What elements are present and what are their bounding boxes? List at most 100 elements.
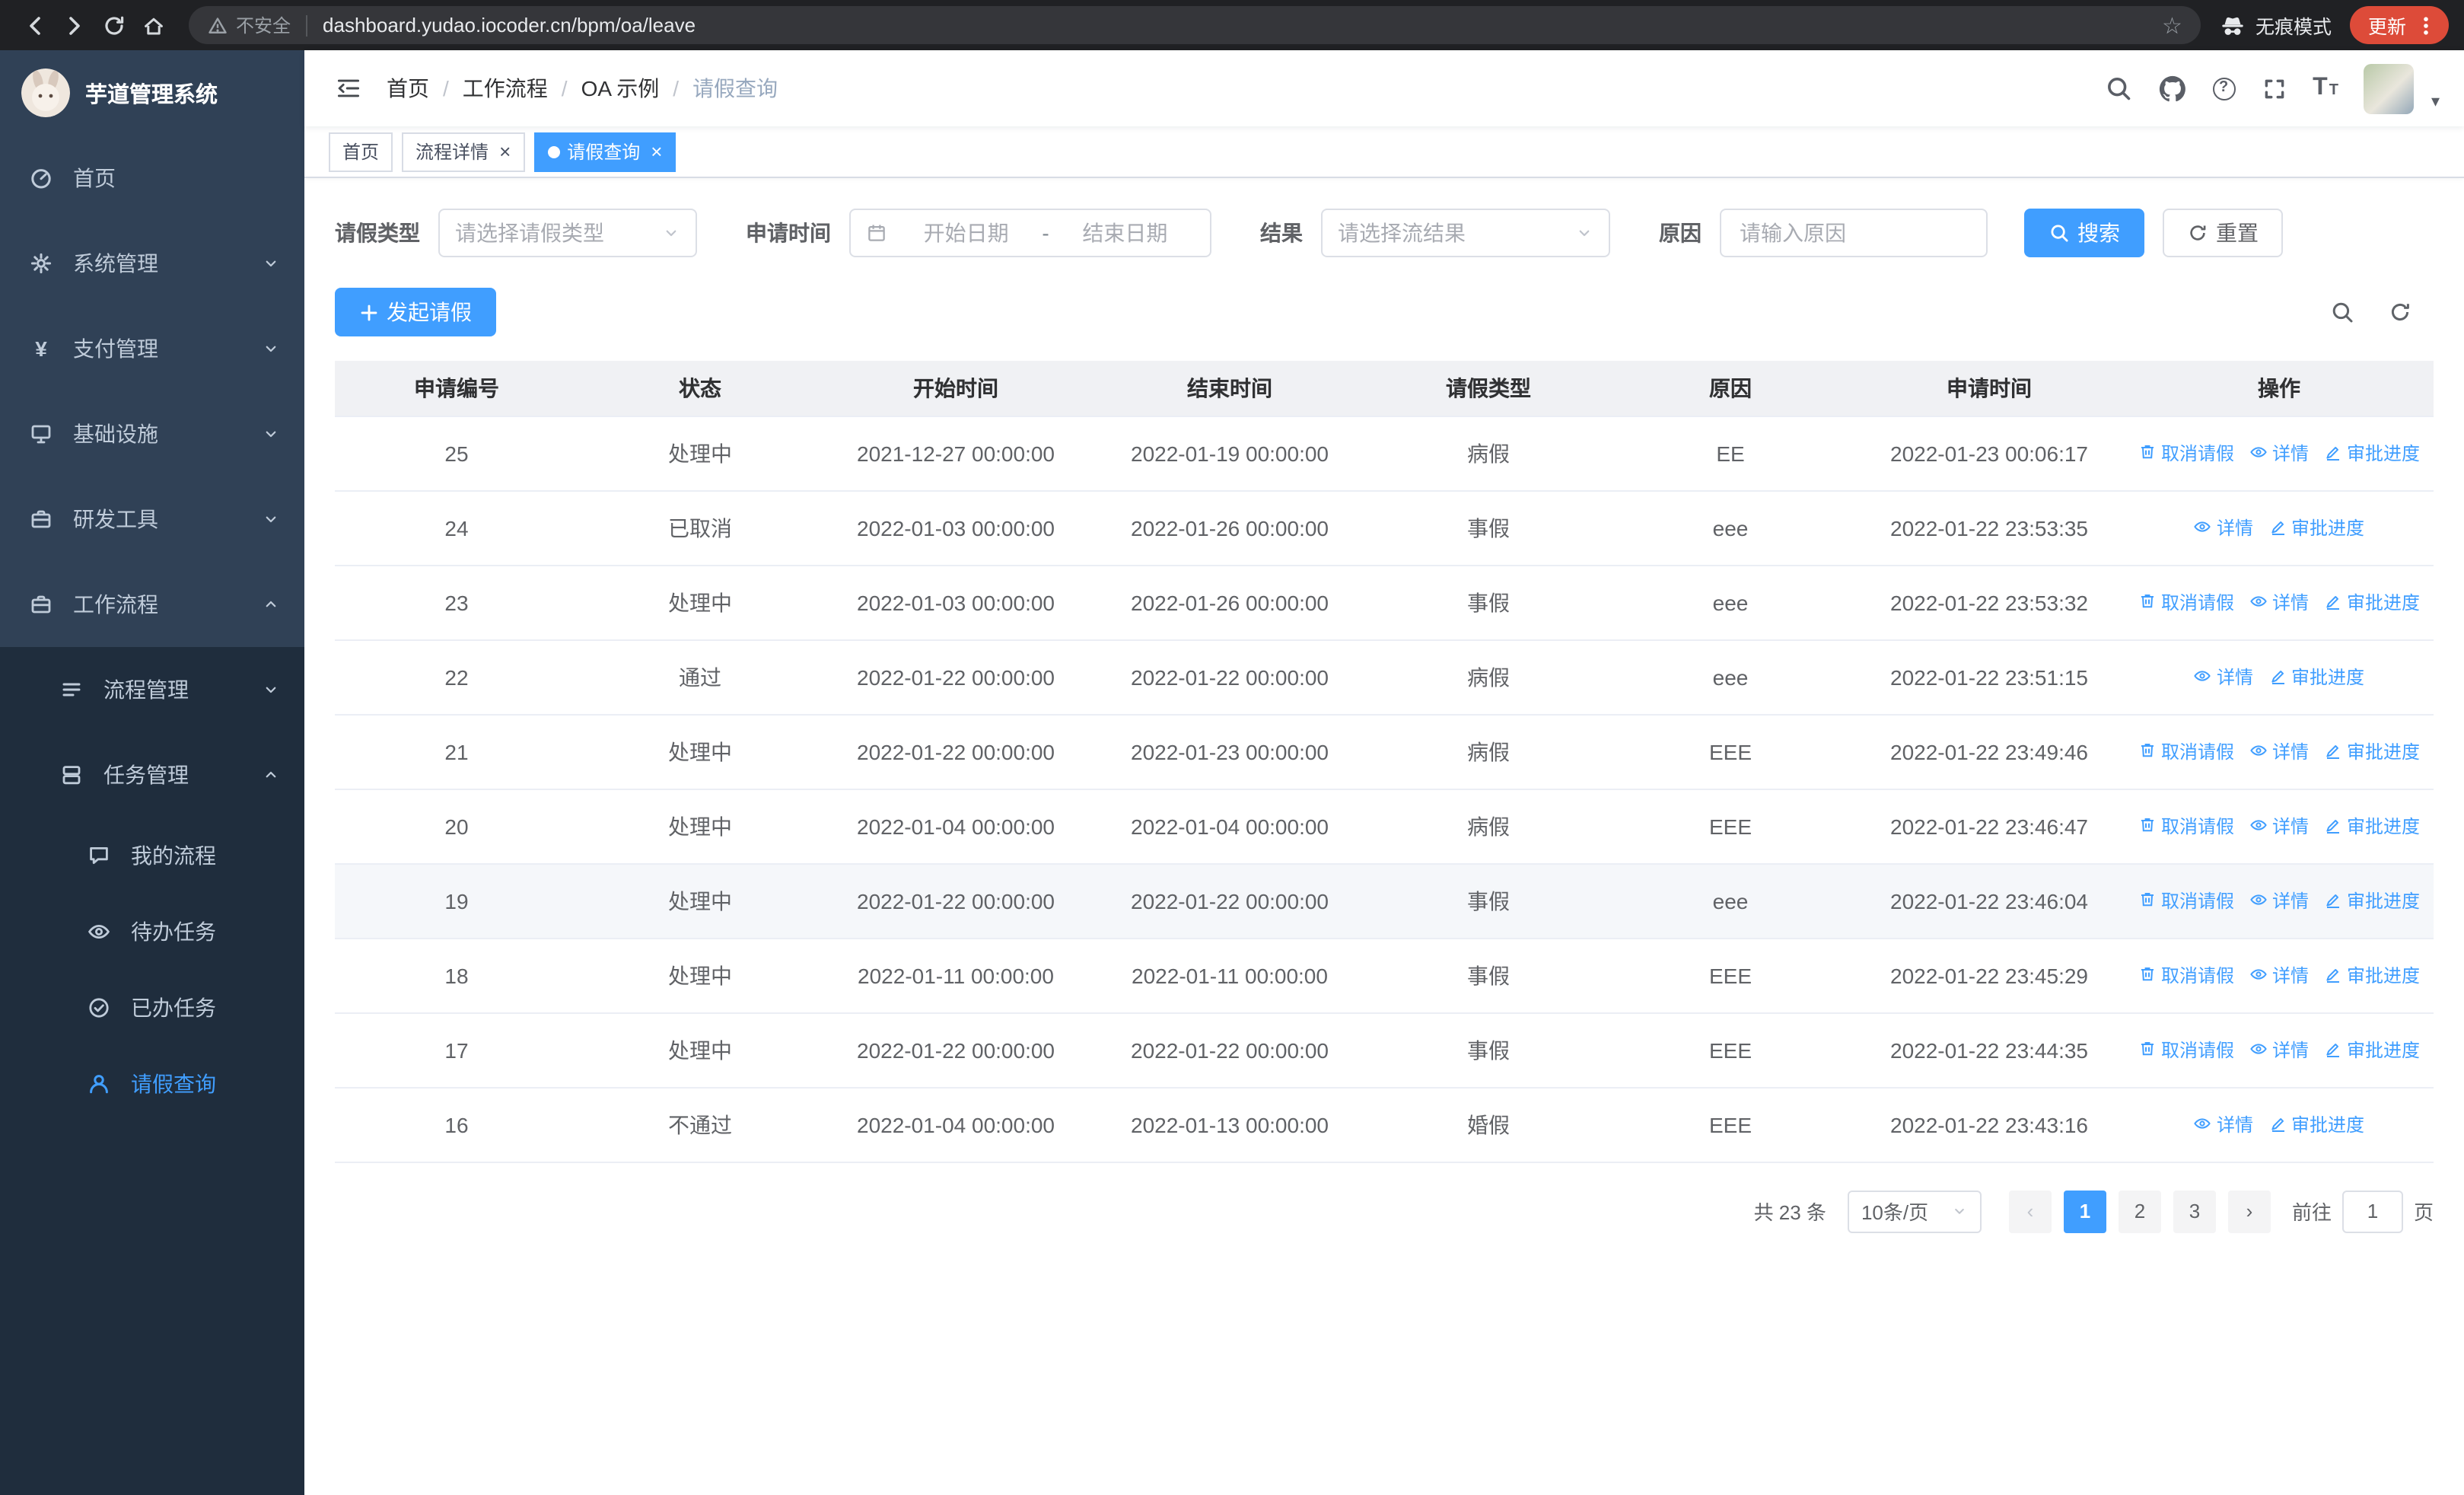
reset-button[interactable]: 重置 (2163, 209, 2283, 257)
github-icon[interactable] (2157, 74, 2186, 103)
tab-leave-query[interactable]: 请假查询 × (533, 132, 676, 171)
cell-id: 23 (335, 565, 578, 640)
bookmark-star-icon[interactable]: ☆ (2150, 11, 2182, 39)
detail-link[interactable]: 详情 (2249, 440, 2309, 466)
cell-apply-time: 2022-01-22 23:45:29 (1854, 938, 2125, 1013)
page-button-2[interactable]: 2 (2118, 1190, 2161, 1232)
search-icon[interactable] (2104, 75, 2131, 102)
close-icon[interactable]: × (651, 142, 662, 161)
sidebar-item-leave-query[interactable]: 请假查询 (0, 1046, 304, 1122)
leave-type-select[interactable]: 请选择请假类型 (438, 209, 697, 257)
table-refresh-icon[interactable] (2388, 300, 2412, 324)
user-avatar[interactable] (2364, 63, 2415, 113)
address-bar[interactable]: 不安全 dashboard.yudao.iocoder.cn/bpm/oa/le… (189, 6, 2201, 44)
approval-progress-link[interactable]: 审批进度 (2268, 1111, 2364, 1137)
tags-bar: 首页 流程详情 × 请假查询 × (304, 126, 2464, 178)
tab-home[interactable]: 首页 (329, 132, 393, 171)
sidebar-item-workflow[interactable]: 工作流程 (0, 562, 304, 647)
not-secure-warning-icon (207, 14, 228, 36)
approval-progress-link[interactable]: 审批进度 (2324, 888, 2420, 913)
sidebar-toggle-icon[interactable] (329, 69, 368, 108)
caret-down-icon[interactable]: ▾ (2431, 91, 2440, 113)
cell-type: 事假 (1370, 863, 1607, 939)
cancel-leave-link[interactable]: 取消请假 (2138, 813, 2234, 839)
cell-status: 通过 (578, 639, 822, 715)
browser-chrome: 不安全 dashboard.yudao.iocoder.cn/bpm/oa/le… (0, 0, 2464, 50)
cell-apply-time: 2022-01-22 23:51:15 (1854, 639, 2125, 715)
fullscreen-icon[interactable] (2261, 75, 2287, 101)
goto-page-input[interactable] (2341, 1190, 2403, 1232)
approval-progress-link[interactable]: 审批进度 (2324, 738, 2420, 764)
browser-home-button[interactable] (134, 5, 173, 45)
cell-end: 2022-01-26 00:00:00 (1090, 565, 1370, 640)
incognito-label: 无痕模式 (2255, 17, 2332, 38)
detail-link[interactable]: 详情 (2249, 1037, 2309, 1063)
detail-link[interactable]: 详情 (2249, 813, 2309, 839)
detail-link[interactable]: 详情 (2249, 962, 2309, 988)
cancel-leave-link[interactable]: 取消请假 (2138, 738, 2234, 764)
detail-link[interactable]: 详情 (2249, 589, 2309, 615)
detail-link[interactable]: 详情 (2249, 738, 2309, 764)
tab-process-detail[interactable]: 流程详情 × (402, 132, 525, 171)
sidebar-item-payment[interactable]: ¥ 支付管理 (0, 306, 304, 391)
logo-avatar (21, 69, 70, 117)
table-search-toggle-icon[interactable] (2330, 300, 2354, 324)
result-select[interactable]: 请选择流结果 (1321, 209, 1610, 257)
sidebar-item-infrastructure[interactable]: 基础设施 (0, 391, 304, 477)
breadcrumb-item-workflow[interactable]: 工作流程 (463, 73, 548, 104)
approval-progress-link[interactable]: 审批进度 (2268, 664, 2364, 690)
browser-menu-icon[interactable] (2412, 13, 2440, 37)
approval-progress-link[interactable]: 审批进度 (2324, 440, 2420, 466)
app-logo[interactable]: 芋道管理系统 (0, 50, 304, 135)
cell-status: 处理中 (578, 789, 822, 864)
approval-progress-link[interactable]: 审批进度 (2324, 813, 2420, 839)
cancel-leave-link[interactable]: 取消请假 (2138, 962, 2234, 988)
browser-back-button[interactable] (15, 5, 55, 45)
cell-type: 病假 (1370, 416, 1607, 491)
sidebar-item-dev-tools[interactable]: 研发工具 (0, 477, 304, 562)
detail-link[interactable]: 详情 (2249, 888, 2309, 913)
cancel-leave-link[interactable]: 取消请假 (2138, 1037, 2234, 1063)
breadcrumb-item-home[interactable]: 首页 (387, 73, 429, 104)
update-label: 更新 (2367, 17, 2406, 38)
page-size-select[interactable]: 10条/页 (1847, 1190, 1982, 1232)
approval-progress-link[interactable]: 审批进度 (2324, 589, 2420, 615)
cancel-leave-link[interactable]: 取消请假 (2138, 440, 2234, 466)
cancel-leave-link[interactable]: 取消请假 (2138, 888, 2234, 913)
approval-progress-link[interactable]: 审批进度 (2268, 515, 2364, 540)
browser-reload-button[interactable] (94, 5, 134, 45)
sidebar-item-home[interactable]: 首页 (0, 135, 304, 221)
close-icon[interactable]: × (499, 142, 511, 161)
col-actions: 操作 (2125, 361, 2434, 416)
page-button-3[interactable]: 3 (2173, 1190, 2216, 1232)
cancel-leave-link[interactable]: 取消请假 (2138, 589, 2234, 615)
sidebar-item-pending-tasks[interactable]: 待办任务 (0, 894, 304, 970)
breadcrumb-item-oa-example[interactable]: OA 示例 (581, 73, 660, 104)
approval-progress-link[interactable]: 审批进度 (2324, 962, 2420, 988)
dashboard-icon (27, 166, 55, 190)
detail-link[interactable]: 详情 (2194, 664, 2253, 690)
apply-time-range-picker[interactable]: 开始日期 - 结束日期 (849, 209, 1211, 257)
reason-input[interactable] (1720, 209, 1988, 257)
active-tab-dot (547, 145, 560, 158)
cell-reason: eee (1607, 863, 1854, 939)
cell-status: 处理中 (578, 863, 822, 939)
create-leave-button[interactable]: 发起请假 (335, 288, 496, 336)
approval-progress-link[interactable]: 审批进度 (2324, 1037, 2420, 1063)
detail-link[interactable]: 详情 (2194, 1111, 2253, 1137)
browser-update-button[interactable]: 更新 (2349, 6, 2449, 44)
sidebar-item-done-tasks[interactable]: 已办任务 (0, 970, 304, 1046)
sidebar-item-process-management[interactable]: 流程管理 (0, 647, 304, 732)
browser-forward-button[interactable] (55, 5, 94, 45)
sidebar-item-task-management[interactable]: 任务管理 (0, 732, 304, 818)
sidebar-item-system[interactable]: 系统管理 (0, 221, 304, 306)
search-button[interactable]: 搜索 (2024, 209, 2144, 257)
help-icon[interactable]: ? (2212, 77, 2236, 100)
detail-link[interactable]: 详情 (2194, 515, 2253, 540)
prev-page-button[interactable]: ‹ (2008, 1190, 2052, 1232)
sidebar-item-my-processes[interactable]: 我的流程 (0, 818, 304, 894)
page-button-1[interactable]: 1 (2063, 1190, 2106, 1232)
edit-icon (2324, 1041, 2342, 1059)
next-page-button[interactable]: › (2227, 1190, 2271, 1232)
font-size-icon[interactable]: TT (2313, 75, 2338, 102)
